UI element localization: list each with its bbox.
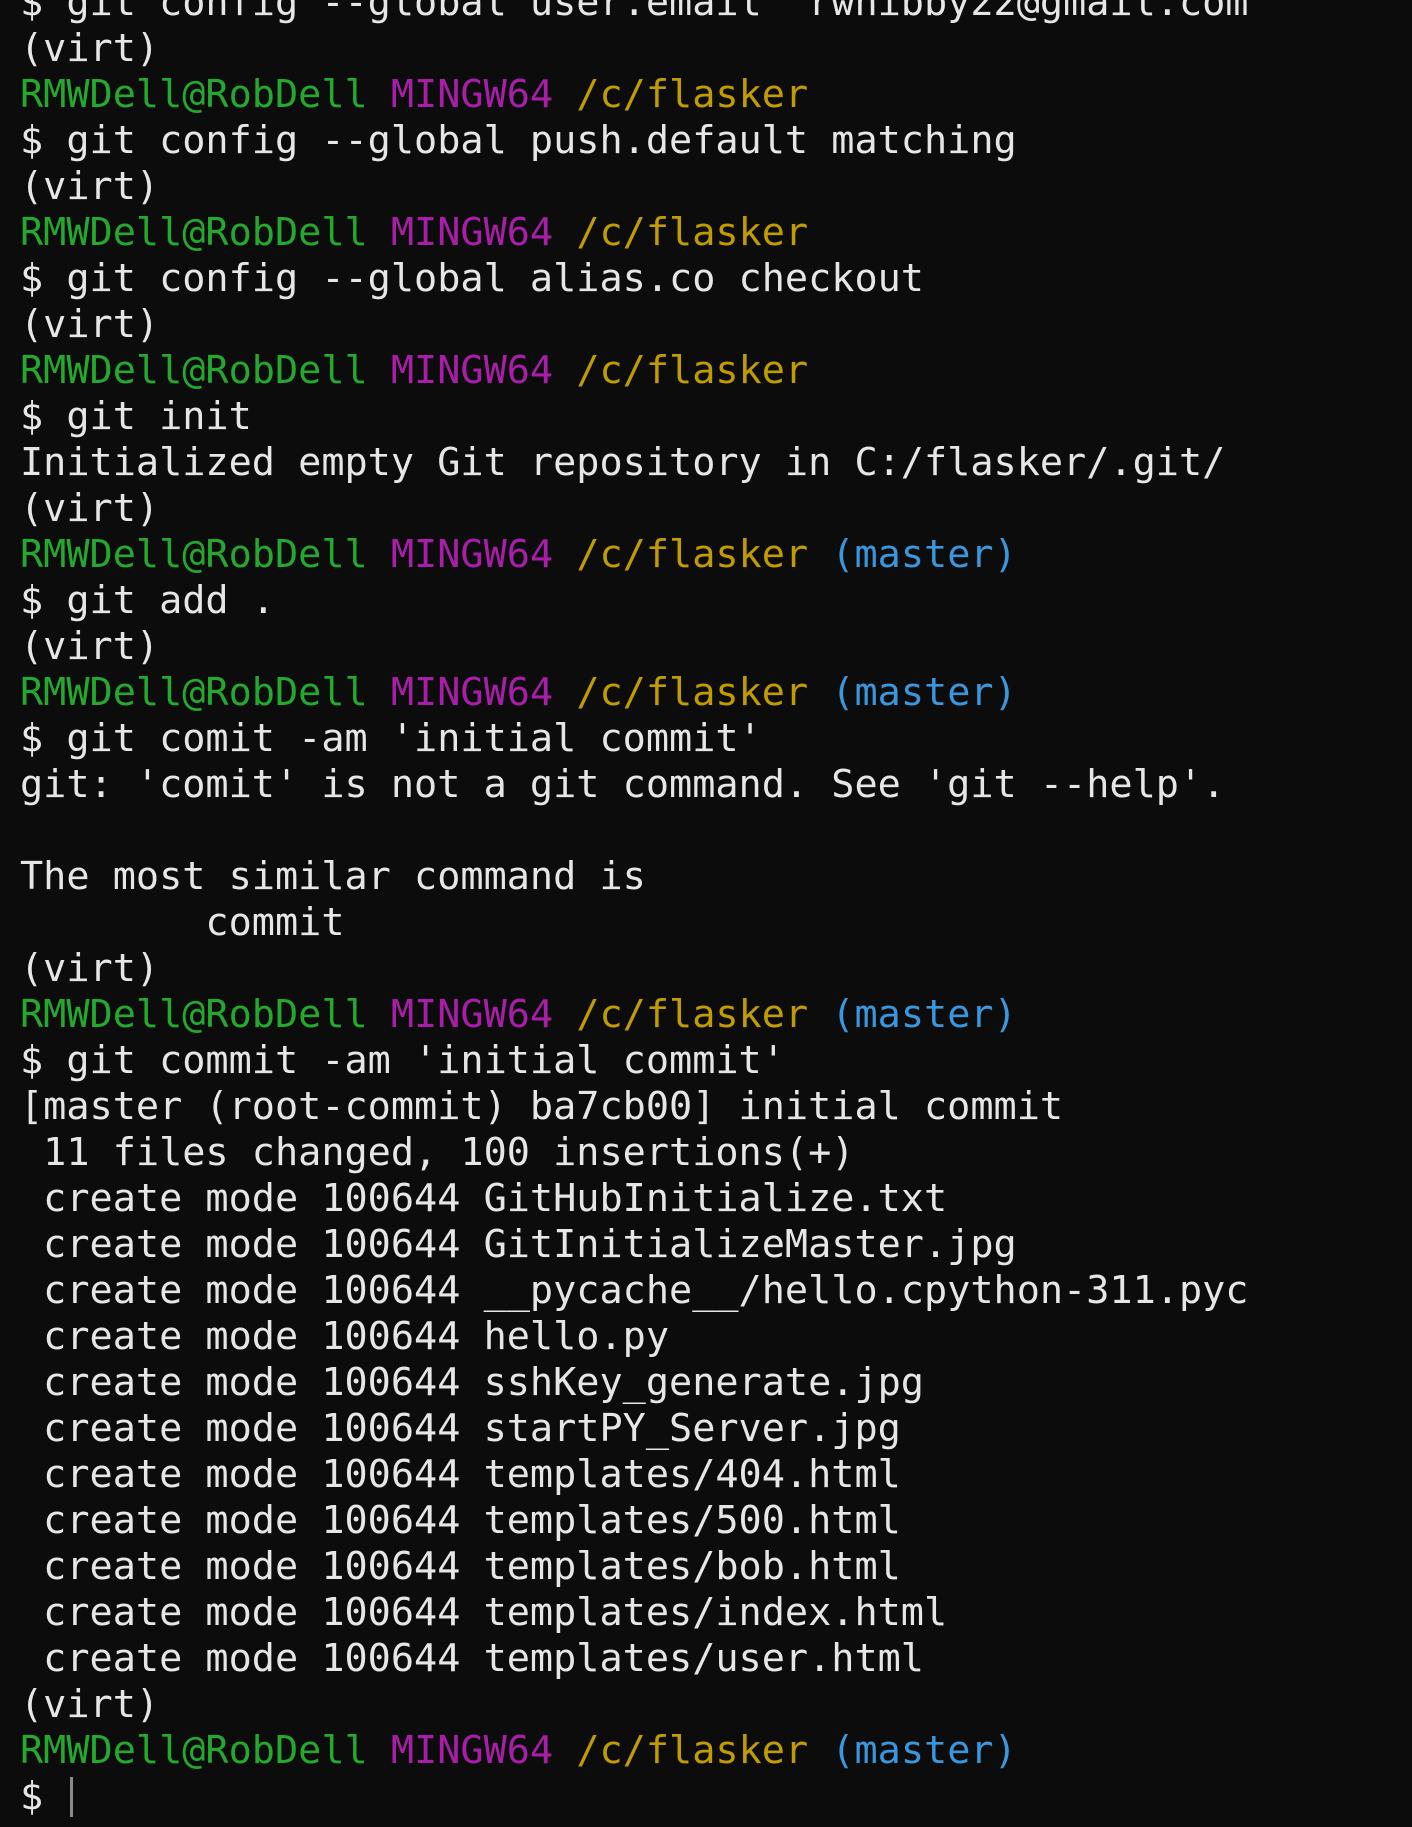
prompt-line: RMWDell@RobDell MINGW64 /c/flasker bbox=[20, 210, 1412, 256]
prompt-path: /c/flasker bbox=[576, 532, 809, 577]
prompt-path: /c/flasker bbox=[576, 72, 809, 117]
output-line: Initialized empty Git repository in C:/f… bbox=[20, 440, 1226, 485]
prompt-user: RMWDell@RobDell bbox=[20, 1728, 368, 1773]
prompt-path: /c/flasker bbox=[576, 670, 809, 715]
prompt-branch: (master) bbox=[831, 1728, 1017, 1773]
prompt-host: MINGW64 bbox=[390, 992, 554, 1037]
output-line: commit bbox=[20, 900, 345, 945]
output-line: (virt) bbox=[20, 164, 160, 209]
prompt-user: RMWDell@RobDell bbox=[20, 532, 368, 577]
prompt-host: MINGW64 bbox=[390, 348, 554, 393]
prompt-line: RMWDell@RobDell MINGW64 /c/flasker bbox=[20, 72, 1412, 118]
prompt-path: /c/flasker bbox=[576, 348, 809, 393]
prompt-path: /c/flasker bbox=[576, 210, 809, 255]
prompt-line: RMWDell@RobDell MINGW64 /c/flasker (mast… bbox=[20, 532, 1412, 578]
command-line: $ git init bbox=[20, 394, 252, 439]
command-input-line[interactable]: $ bbox=[20, 1774, 1412, 1820]
output-line: (virt) bbox=[20, 946, 160, 991]
output-line: create mode 100644 templates/user.html bbox=[20, 1636, 924, 1681]
output-line: create mode 100644 hello.py bbox=[20, 1314, 670, 1359]
command-line: $ git config --global alias.co checkout bbox=[20, 256, 924, 301]
output-line: (virt) bbox=[20, 486, 160, 531]
command-line: $ git config --global user.email "rwhibb… bbox=[20, 0, 1272, 25]
prompt-user: RMWDell@RobDell bbox=[20, 348, 368, 393]
output-line: create mode 100644 __pycache__/hello.cpy… bbox=[20, 1268, 1249, 1313]
command-line: $ git add . bbox=[20, 578, 275, 623]
prompt-branch: (master) bbox=[831, 670, 1017, 715]
output-line: create mode 100644 GitHubInitialize.txt bbox=[20, 1176, 948, 1221]
output-line: create mode 100644 sshKey_generate.jpg bbox=[20, 1360, 924, 1405]
prompt-user: RMWDell@RobDell bbox=[20, 210, 368, 255]
command-line: $ git commit -am 'initial commit' bbox=[20, 1038, 785, 1083]
command-line: $ git config --global push.default match… bbox=[20, 118, 1017, 163]
output-line: create mode 100644 GitInitializeMaster.j… bbox=[20, 1222, 1017, 1267]
prompt-user: RMWDell@RobDell bbox=[20, 992, 368, 1037]
prompt-line: RMWDell@RobDell MINGW64 /c/flasker (mast… bbox=[20, 992, 1412, 1038]
output-line: create mode 100644 startPY_Server.jpg bbox=[20, 1406, 901, 1451]
prompt-line: RMWDell@RobDell MINGW64 /c/flasker bbox=[20, 348, 1412, 394]
command-line: $ git comit -am 'initial commit' bbox=[20, 716, 762, 761]
output-line: The most similar command is bbox=[20, 854, 646, 899]
output-line: [master (root-commit) ba7cb00] initial c… bbox=[20, 1084, 1064, 1129]
text-cursor bbox=[70, 1777, 74, 1817]
terminal-output[interactable]: $ git config --global user.email "rwhibb… bbox=[20, 0, 1412, 1820]
prompt-line: RMWDell@RobDell MINGW64 /c/flasker (mast… bbox=[20, 670, 1412, 716]
prompt-path: /c/flasker bbox=[576, 1728, 809, 1773]
input-prompt: $ bbox=[20, 1774, 67, 1819]
output-line: create mode 100644 templates/bob.html bbox=[20, 1544, 901, 1589]
prompt-host: MINGW64 bbox=[390, 1728, 554, 1773]
output-line: (virt) bbox=[20, 624, 160, 669]
prompt-host: MINGW64 bbox=[390, 532, 554, 577]
output-line: (virt) bbox=[20, 26, 160, 71]
prompt-branch: (master) bbox=[831, 992, 1017, 1037]
output-line: create mode 100644 templates/404.html bbox=[20, 1452, 901, 1497]
prompt-branch: (master) bbox=[831, 532, 1017, 577]
prompt-host: MINGW64 bbox=[390, 72, 554, 117]
output-line: git: 'comit' is not a git command. See '… bbox=[20, 762, 1226, 807]
prompt-host: MINGW64 bbox=[390, 210, 554, 255]
prompt-user: RMWDell@RobDell bbox=[20, 670, 368, 715]
output-line: create mode 100644 templates/index.html bbox=[20, 1590, 948, 1635]
prompt-line: RMWDell@RobDell MINGW64 /c/flasker (mast… bbox=[20, 1728, 1412, 1774]
prompt-host: MINGW64 bbox=[390, 670, 554, 715]
output-line: 11 files changed, 100 insertions(+) bbox=[20, 1130, 855, 1175]
output-line: create mode 100644 templates/500.html bbox=[20, 1498, 901, 1543]
output-line: (virt) bbox=[20, 1682, 160, 1727]
output-line: (virt) bbox=[20, 302, 160, 347]
prompt-path: /c/flasker bbox=[576, 992, 809, 1037]
prompt-user: RMWDell@RobDell bbox=[20, 72, 368, 117]
